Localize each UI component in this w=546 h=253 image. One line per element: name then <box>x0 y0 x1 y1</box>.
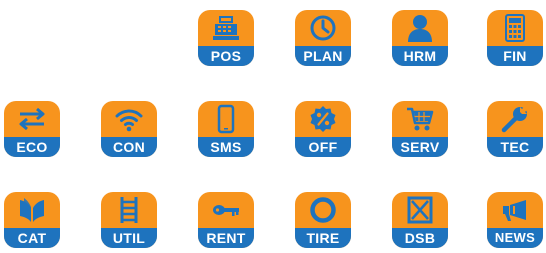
open-book-icon <box>4 192 60 228</box>
wifi-icon <box>101 101 157 137</box>
app-tile-util[interactable]: UTIL <box>101 192 157 248</box>
shopping-cart-icon <box>392 101 448 137</box>
app-label: PLAN <box>295 46 351 66</box>
person-icon <box>392 10 448 46</box>
tire-icon <box>295 192 351 228</box>
app-tile-rent[interactable]: RENT <box>198 192 254 248</box>
app-tile-fin[interactable]: FIN <box>487 10 543 66</box>
ladder-icon <box>101 192 157 228</box>
app-tile-con[interactable]: CON <box>101 101 157 157</box>
app-label: OFF <box>295 137 351 157</box>
app-label: TIRE <box>295 228 351 248</box>
app-tile-cat[interactable]: CAT <box>4 192 60 248</box>
app-tile-dsb[interactable]: DSB <box>392 192 448 248</box>
app-tile-pos[interactable]: POS <box>198 10 254 66</box>
exchange-arrows-icon <box>4 101 60 137</box>
app-label: SMS <box>198 137 254 157</box>
app-label: HRM <box>392 46 448 66</box>
app-label: RENT <box>198 228 254 248</box>
app-tile-news[interactable]: NEWS <box>487 192 543 248</box>
cash-register-icon <box>198 10 254 46</box>
percent-badge-icon <box>295 101 351 137</box>
clock-icon <box>295 10 351 46</box>
app-tile-sms[interactable]: SMS <box>198 101 254 157</box>
app-label: UTIL <box>101 228 157 248</box>
app-label: ECO <box>4 137 60 157</box>
key-icon <box>198 192 254 228</box>
megaphone-icon <box>487 192 543 228</box>
calculator-icon <box>487 10 543 46</box>
crossed-box-icon <box>392 192 448 228</box>
app-label: SERV <box>392 137 448 157</box>
wrench-icon <box>487 101 543 137</box>
app-tile-tire[interactable]: TIRE <box>295 192 351 248</box>
app-tile-eco[interactable]: ECO <box>4 101 60 157</box>
app-label: FIN <box>487 46 543 66</box>
app-tile-tec[interactable]: TEC <box>487 101 543 157</box>
app-label: POS <box>198 46 254 66</box>
app-label: CON <box>101 137 157 157</box>
app-tile-plan[interactable]: PLAN <box>295 10 351 66</box>
app-tile-serv[interactable]: SERV <box>392 101 448 157</box>
app-label: NEWS <box>487 228 543 248</box>
smartphone-icon <box>198 101 254 137</box>
app-label: TEC <box>487 137 543 157</box>
app-label: CAT <box>4 228 60 248</box>
app-tile-hrm[interactable]: HRM <box>392 10 448 66</box>
app-label: DSB <box>392 228 448 248</box>
app-tile-off[interactable]: OFF <box>295 101 351 157</box>
